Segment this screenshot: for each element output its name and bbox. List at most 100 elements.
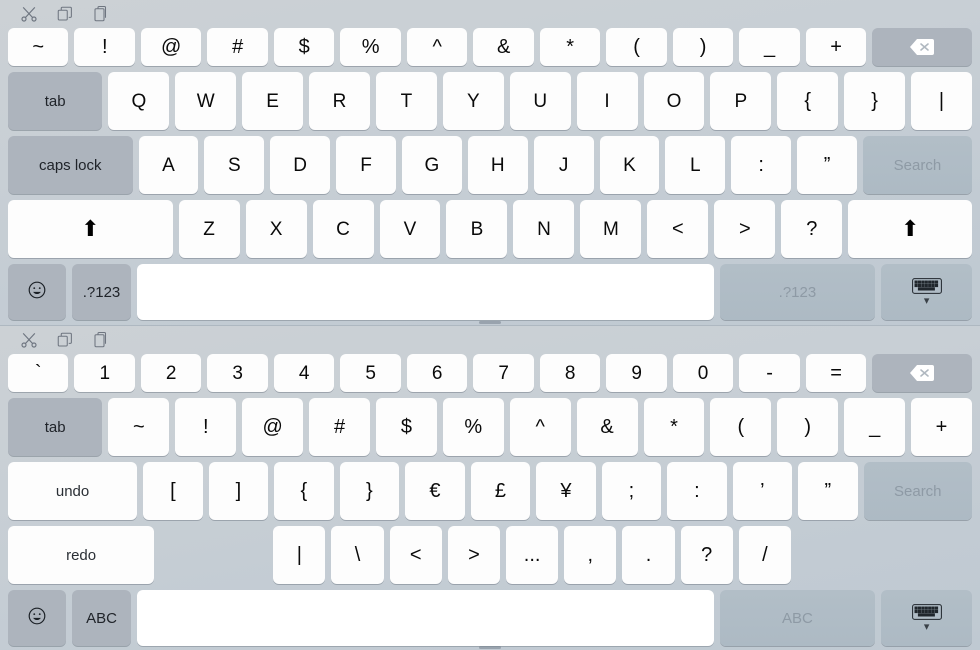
key-caps-lock[interactable]: caps lock xyxy=(8,136,133,194)
key-3[interactable]: 3 xyxy=(207,354,268,392)
key-greater-than[interactable]: > xyxy=(714,200,776,258)
key-abc-switch-left[interactable]: ABC xyxy=(72,590,131,646)
key-hide-keyboard[interactable]: ▾ xyxy=(881,264,973,320)
key-ampersand[interactable]: & xyxy=(576,398,638,456)
key-x[interactable]: X xyxy=(245,200,307,258)
key-asterisk[interactable]: * xyxy=(643,398,705,456)
key-0[interactable]: 0 xyxy=(672,354,734,392)
key-equals[interactable]: = xyxy=(805,354,867,392)
key-period[interactable]: . xyxy=(622,526,675,584)
key-semicolon[interactable]: ; xyxy=(601,462,662,520)
key-v[interactable]: V xyxy=(379,200,441,258)
key-p[interactable]: P xyxy=(710,72,772,130)
key-at[interactable]: @ xyxy=(242,398,304,456)
key-k[interactable]: K xyxy=(599,136,660,194)
key-w[interactable]: W xyxy=(175,72,237,130)
copy-icon[interactable] xyxy=(54,329,76,351)
key-abc-switch-right[interactable]: ABC xyxy=(719,590,876,646)
key-tab[interactable]: tab xyxy=(8,398,103,456)
key-numeric-switch-left[interactable]: .?123 xyxy=(72,264,131,320)
key-paren-close[interactable]: ) xyxy=(777,398,839,456)
key-yen[interactable]: ¥ xyxy=(536,462,596,520)
key-plus[interactable]: + xyxy=(805,28,867,66)
key-s[interactable]: S xyxy=(204,136,265,194)
copy-icon[interactable] xyxy=(54,3,76,25)
keyboard-drag-handle-top[interactable] xyxy=(479,321,501,324)
key-hash[interactable]: # xyxy=(309,398,370,456)
key-colon[interactable]: : xyxy=(731,136,792,194)
key-a[interactable]: A xyxy=(138,136,199,194)
key-dollar[interactable]: $ xyxy=(273,28,335,66)
key-1[interactable]: 1 xyxy=(74,354,135,392)
key-brace-close[interactable]: } xyxy=(844,72,906,130)
key-j[interactable]: J xyxy=(533,136,594,194)
key-backslash[interactable]: \ xyxy=(331,526,384,584)
key-emoji[interactable] xyxy=(8,590,67,646)
key-percent[interactable]: % xyxy=(442,398,504,456)
key-less-than[interactable]: < xyxy=(647,200,709,258)
key-euro[interactable]: € xyxy=(405,462,465,520)
key-y[interactable]: Y xyxy=(442,72,504,130)
key-m[interactable]: M xyxy=(580,200,642,258)
key-ellipsis[interactable]: ... xyxy=(506,526,559,584)
key-6[interactable]: 6 xyxy=(406,354,468,392)
key-quote-single[interactable]: ’ xyxy=(732,462,793,520)
key-paren-open[interactable]: ( xyxy=(710,398,772,456)
key-quote-double[interactable]: ” xyxy=(798,462,858,520)
key-exclam[interactable]: ! xyxy=(175,398,237,456)
key-tilde[interactable]: ~ xyxy=(108,398,170,456)
key-redo[interactable]: redo xyxy=(8,526,155,584)
key-t[interactable]: T xyxy=(375,72,437,130)
key-pipe[interactable]: | xyxy=(911,72,972,130)
key-hide-keyboard[interactable]: ▾ xyxy=(881,590,973,646)
keyboard-drag-handle-bottom[interactable] xyxy=(479,646,501,649)
key-percent[interactable]: % xyxy=(340,28,401,66)
key-space[interactable] xyxy=(136,264,714,320)
key-pound[interactable]: £ xyxy=(470,462,531,520)
key-shift-left[interactable]: ⬆ xyxy=(8,200,173,258)
key-ampersand[interactable]: & xyxy=(473,28,534,66)
key-caret[interactable]: ^ xyxy=(509,398,571,456)
key-question[interactable]: ? xyxy=(680,526,733,584)
key-2[interactable]: 2 xyxy=(140,354,202,392)
key-dollar[interactable]: $ xyxy=(375,398,437,456)
key-9[interactable]: 9 xyxy=(606,354,667,392)
key-d[interactable]: D xyxy=(270,136,331,194)
key-caret[interactable]: ^ xyxy=(406,28,468,66)
key-bracket-open[interactable]: [ xyxy=(143,462,203,520)
key-numeric-switch-right[interactable]: .?123 xyxy=(719,264,876,320)
key-colon[interactable]: : xyxy=(667,462,727,520)
paste-icon[interactable] xyxy=(90,329,112,351)
key-quote-double[interactable]: ” xyxy=(797,136,857,194)
key-q[interactable]: Q xyxy=(108,72,170,130)
key-backtick[interactable]: ` xyxy=(8,354,69,392)
key-less-than[interactable]: < xyxy=(389,526,442,584)
key-r[interactable]: R xyxy=(309,72,370,130)
key-n[interactable]: N xyxy=(513,200,575,258)
key-question[interactable]: ? xyxy=(781,200,843,258)
key-h[interactable]: H xyxy=(467,136,528,194)
key-paren-open[interactable]: ( xyxy=(606,28,667,66)
key-space[interactable] xyxy=(136,590,714,646)
key-at[interactable]: @ xyxy=(140,28,202,66)
key-comma[interactable]: , xyxy=(564,526,617,584)
key-brace-open[interactable]: { xyxy=(777,72,839,130)
key-search-return[interactable]: Search xyxy=(863,462,972,520)
key-backspace[interactable] xyxy=(872,28,973,66)
key-plus[interactable]: + xyxy=(911,398,972,456)
key-brace-close[interactable]: } xyxy=(339,462,400,520)
key-underscore[interactable]: _ xyxy=(844,398,906,456)
key-8[interactable]: 8 xyxy=(539,354,601,392)
key-f[interactable]: F xyxy=(336,136,396,194)
key-z[interactable]: Z xyxy=(178,200,240,258)
key-search-return[interactable]: Search xyxy=(862,136,972,194)
key-tab[interactable]: tab xyxy=(8,72,103,130)
key-undo[interactable]: undo xyxy=(8,462,138,520)
key-backspace[interactable] xyxy=(872,354,973,392)
cut-icon[interactable] xyxy=(18,3,40,25)
key-c[interactable]: C xyxy=(312,200,374,258)
key-o[interactable]: O xyxy=(643,72,705,130)
key-minus[interactable]: - xyxy=(739,354,800,392)
key-emoji[interactable] xyxy=(8,264,67,320)
key-hash[interactable]: # xyxy=(207,28,268,66)
